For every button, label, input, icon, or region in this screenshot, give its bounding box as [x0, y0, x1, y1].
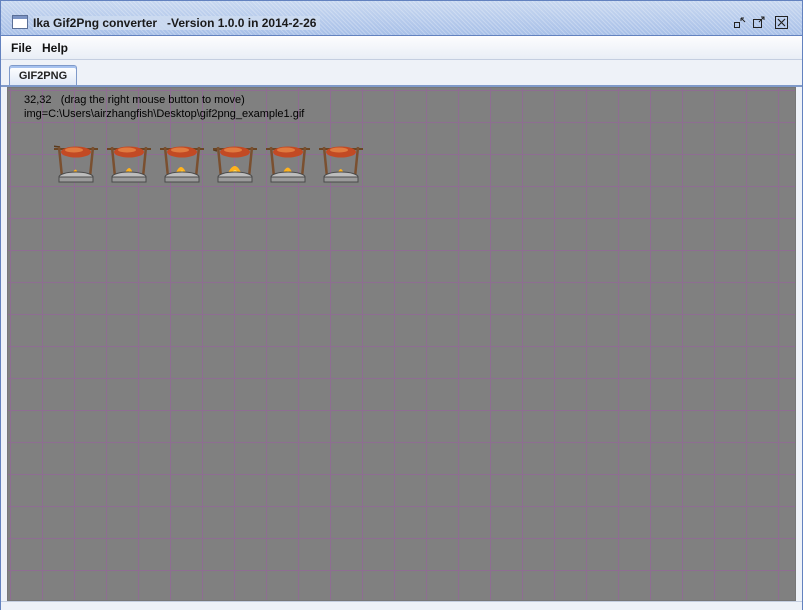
close-icon[interactable]: [775, 16, 788, 29]
sprite-frame-6: [319, 139, 363, 185]
sprite-frame-4: [204, 139, 257, 185]
title-bar[interactable]: Ika Gif2Png converter -Version 1.0.0 in …: [1, 1, 802, 36]
sprite-frame-1: [43, 139, 98, 185]
tab-gif2png[interactable]: GIF2PNG: [9, 65, 77, 86]
window-icon: [12, 15, 28, 29]
coords-readout: 32,32 (drag the right mouse button to mo…: [24, 94, 245, 106]
window-title: Ika Gif2Png converter -Version 1.0.0 in …: [33, 16, 321, 30]
preview-canvas[interactable]: 32,32 (drag the right mouse button to mo…: [7, 87, 796, 601]
bottom-border: [1, 601, 802, 610]
app-window: Ika Gif2Png converter -Version 1.0.0 in …: [0, 0, 803, 610]
menu-file[interactable]: File: [11, 41, 32, 55]
menu-bar: File Help: [1, 36, 802, 60]
sprite-frame-2: [107, 139, 151, 185]
maximize-icon[interactable]: [752, 16, 765, 29]
minimize-icon[interactable]: [733, 16, 746, 29]
sprite-frame-3: [160, 139, 204, 185]
image-path-label: img=C:\Users\airzhangfish\Desktop\gif2pn…: [24, 108, 305, 120]
tab-strip: GIF2PNG: [1, 60, 802, 87]
sprite-frame-5: [266, 139, 310, 185]
menu-help[interactable]: Help: [42, 41, 68, 55]
